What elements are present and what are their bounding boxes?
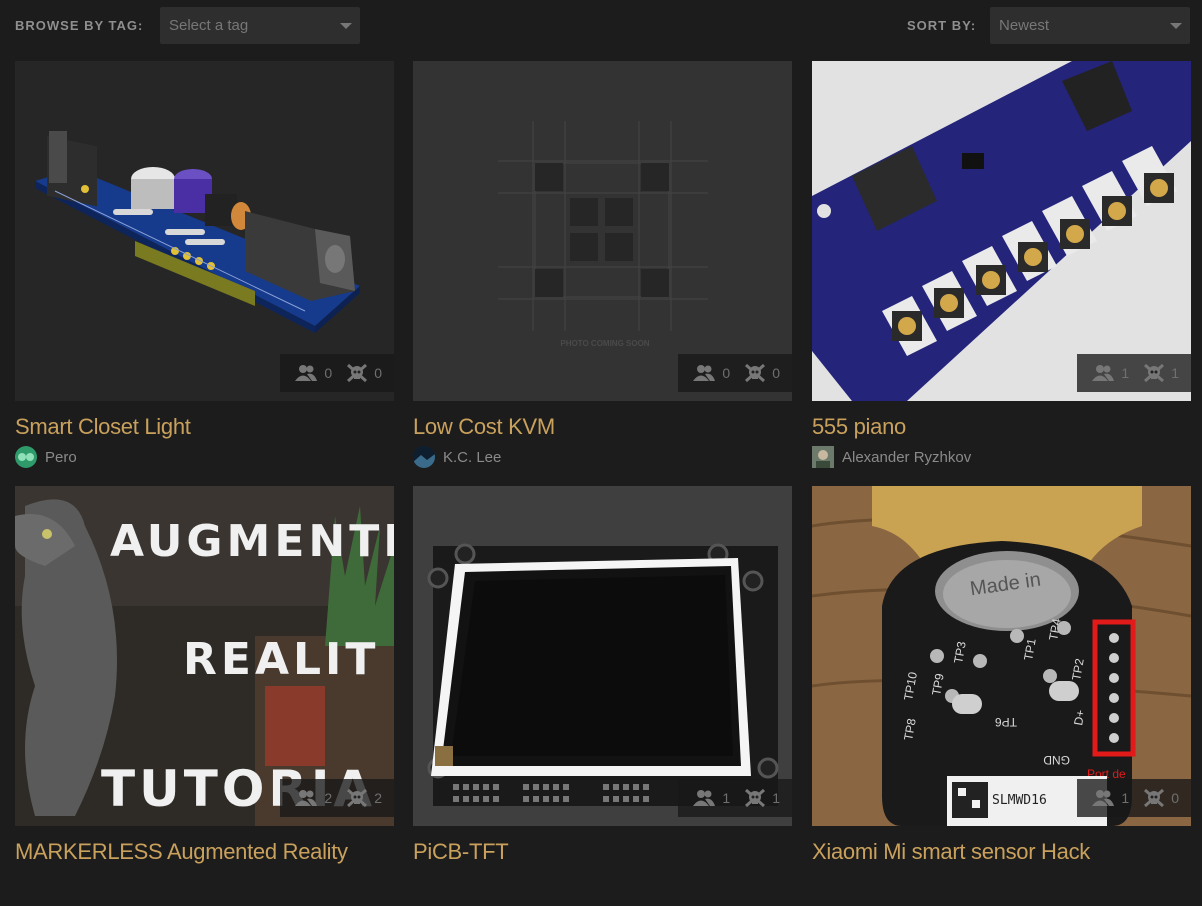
avatar bbox=[15, 446, 37, 468]
browse-by-tag-label: BROWSE BY TAG: bbox=[15, 18, 144, 33]
followers-count: 1 bbox=[1121, 365, 1130, 381]
avatar bbox=[413, 446, 435, 468]
filter-toolbar: BROWSE BY TAG: Select a tag SORT BY: New… bbox=[0, 0, 1202, 52]
author-name: Pero bbox=[45, 448, 77, 466]
skull-crossbones-icon bbox=[347, 363, 368, 383]
skulls-count: 0 bbox=[374, 365, 382, 381]
followers-stat: 1 bbox=[1091, 364, 1129, 382]
followers-count: 0 bbox=[324, 365, 333, 381]
followers-icon bbox=[693, 790, 716, 806]
followers-stat: 0 bbox=[692, 364, 730, 382]
project-thumbnail[interactable]: Made in TP4 TP1 TP2 TP3 TP10 TP9 TP8 TP6… bbox=[812, 486, 1191, 826]
project-author[interactable]: K.C. Lee bbox=[413, 445, 501, 469]
project-thumbnail[interactable]: 1 1 bbox=[413, 486, 792, 826]
project-card: 1 1 555 piano Alexander Ryzhkov bbox=[812, 61, 1191, 481]
followers-stat: 0 bbox=[294, 364, 332, 382]
project-card: 0 0 Smart Closet Light Pero bbox=[15, 61, 394, 481]
skulls-stat: 0 bbox=[744, 363, 780, 383]
project-card: Made in TP4 TP1 TP2 TP3 TP10 TP9 TP8 TP6… bbox=[812, 486, 1191, 906]
pcb-render-image bbox=[15, 61, 394, 401]
project-title[interactable]: MARKERLESS Augmented Reality bbox=[15, 839, 348, 865]
pcb-label-tp6: TP6 bbox=[995, 715, 1017, 729]
sort-select[interactable]: Newest bbox=[990, 7, 1190, 44]
project-stats: 1 1 bbox=[1077, 354, 1191, 392]
project-stats: 0 0 bbox=[280, 354, 394, 392]
author-name: Alexander Ryzhkov bbox=[842, 448, 972, 466]
skulls-stat: 1 bbox=[744, 788, 780, 808]
project-thumbnail[interactable]: AUGMENTE REALIT TUTORIA 2 2 bbox=[15, 486, 394, 826]
skulls-stat: 1 bbox=[1143, 363, 1179, 383]
sort-select-value: Newest bbox=[999, 17, 1050, 34]
tag-select[interactable]: Select a tag bbox=[160, 7, 360, 44]
followers-icon bbox=[1092, 790, 1115, 806]
image-text-reality: REALIT bbox=[183, 634, 379, 685]
piano-pcb-photo bbox=[812, 61, 1191, 401]
followers-icon bbox=[295, 365, 318, 381]
skulls-stat: 2 bbox=[346, 788, 382, 808]
project-title[interactable]: Low Cost KVM bbox=[413, 414, 555, 440]
chevron-down-icon bbox=[1170, 23, 1182, 29]
pcb-label-gnd: GND bbox=[1043, 753, 1070, 767]
photo-placeholder-image: PHOTO COMING SOON bbox=[413, 61, 792, 401]
photo-coming-soon-text: PHOTO COMING SOON bbox=[560, 339, 649, 348]
skulls-stat: 0 bbox=[1143, 788, 1179, 808]
project-card: PHOTO COMING SOON 0 0 Low Cost KVM K.C. … bbox=[413, 61, 792, 481]
pcb-label-dplus: D+ bbox=[1071, 709, 1088, 727]
chevron-down-icon bbox=[340, 23, 352, 29]
augmented-reality-image: AUGMENTE REALIT TUTORIA bbox=[15, 486, 394, 826]
followers-stat: 1 bbox=[692, 789, 730, 807]
skull-crossbones-icon bbox=[745, 788, 766, 808]
project-title[interactable]: PiCB-TFT bbox=[413, 839, 509, 865]
followers-icon bbox=[295, 790, 318, 806]
skull-crossbones-icon bbox=[745, 363, 766, 383]
project-title[interactable]: 555 piano bbox=[812, 414, 906, 440]
project-thumbnail[interactable]: PHOTO COMING SOON 0 0 bbox=[413, 61, 792, 401]
skull-crossbones-icon bbox=[1144, 788, 1165, 808]
project-stats: 1 0 bbox=[1077, 779, 1191, 817]
avatar bbox=[812, 446, 834, 468]
author-name: K.C. Lee bbox=[443, 448, 502, 466]
followers-count: 1 bbox=[1121, 790, 1130, 806]
followers-stat: 1 bbox=[1091, 789, 1129, 807]
sort-by-label: SORT BY: bbox=[907, 18, 977, 33]
followers-count: 2 bbox=[324, 790, 333, 806]
project-stats: 0 0 bbox=[678, 354, 792, 392]
tag-select-placeholder: Select a tag bbox=[169, 17, 249, 34]
project-card: 1 1 PiCB-TFT bbox=[413, 486, 792, 906]
followers-icon bbox=[693, 365, 716, 381]
project-author[interactable]: Pero bbox=[15, 445, 77, 469]
project-card: AUGMENTE REALIT TUTORIA 2 2 MARKERLESS A… bbox=[15, 486, 394, 906]
skulls-count: 0 bbox=[772, 365, 780, 381]
followers-count: 1 bbox=[722, 790, 731, 806]
skulls-count: 2 bbox=[374, 790, 382, 806]
project-stats: 2 2 bbox=[280, 779, 394, 817]
project-stats: 1 1 bbox=[678, 779, 792, 817]
skull-crossbones-icon bbox=[347, 788, 368, 808]
project-thumbnail[interactable]: 1 1 bbox=[812, 61, 1191, 401]
project-author[interactable]: Alexander Ryzhkov bbox=[812, 445, 971, 469]
image-text-augmented: AUGMENTE bbox=[110, 516, 394, 567]
skulls-count: 1 bbox=[772, 790, 780, 806]
project-title[interactable]: Smart Closet Light bbox=[15, 414, 191, 440]
skulls-count: 0 bbox=[1171, 790, 1179, 806]
skulls-stat: 0 bbox=[346, 363, 382, 383]
followers-icon bbox=[1092, 365, 1115, 381]
tft-display-photo bbox=[413, 486, 792, 826]
followers-count: 0 bbox=[722, 365, 731, 381]
sensor-label: SLMWD16 bbox=[992, 793, 1047, 808]
skulls-count: 1 bbox=[1171, 365, 1179, 381]
followers-stat: 2 bbox=[294, 789, 332, 807]
project-title[interactable]: Xiaomi Mi smart sensor Hack bbox=[812, 839, 1090, 865]
project-thumbnail[interactable]: 0 0 bbox=[15, 61, 394, 401]
skull-crossbones-icon bbox=[1144, 363, 1165, 383]
sensor-hack-photo: Made in TP4 TP1 TP2 TP3 TP10 TP9 TP8 TP6… bbox=[812, 486, 1191, 826]
